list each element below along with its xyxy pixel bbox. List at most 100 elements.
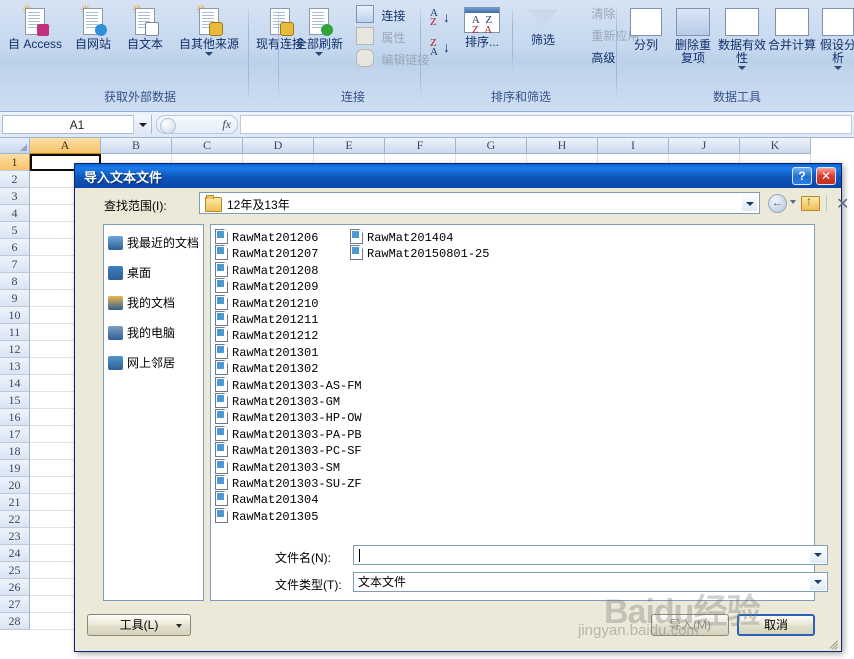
look-in-combobox[interactable]: 12年及13年 — [199, 192, 760, 214]
consolidate-button[interactable]: 合并计算 — [768, 3, 816, 52]
resize-grip[interactable] — [826, 636, 838, 650]
column-header-G[interactable]: G — [456, 138, 527, 154]
file-item[interactable]: RawMat201211 — [215, 311, 318, 327]
row-header-15[interactable]: 15 — [0, 392, 30, 409]
place-item-3[interactable]: 我的文档 — [108, 295, 203, 311]
file-item[interactable]: RawMat20150801-25 — [350, 245, 489, 261]
row-header-20[interactable]: 20 — [0, 477, 30, 494]
place-item-5[interactable]: 网上邻居 — [108, 355, 203, 371]
file-item[interactable]: RawMat201303-GM — [215, 393, 340, 409]
row-header-10[interactable]: 10 — [0, 307, 30, 324]
tools-button[interactable]: 工具(L) — [87, 614, 191, 636]
column-header-C[interactable]: C — [172, 138, 243, 154]
column-header-K[interactable]: K — [740, 138, 811, 154]
chevron-down-icon[interactable] — [176, 624, 182, 628]
name-box[interactable]: A1 — [2, 115, 152, 134]
file-item[interactable]: RawMat201303-HP-OW — [215, 409, 362, 425]
file-item[interactable]: RawMat201303-PA-PB — [215, 425, 362, 442]
row-header-23[interactable]: 23 — [0, 528, 30, 545]
from-other-sources-button[interactable]: ✳ 自其他来源 — [172, 3, 246, 56]
formula-input[interactable] — [240, 115, 852, 134]
file-type-select[interactable]: 文本文件 — [353, 572, 828, 592]
row-header-26[interactable]: 26 — [0, 579, 30, 596]
row-header-22[interactable]: 22 — [0, 511, 30, 528]
row-header-4[interactable]: 4 — [0, 205, 30, 222]
row-header-24[interactable]: 24 — [0, 545, 30, 562]
file-item[interactable]: RawMat201303-AS-FM — [215, 376, 362, 393]
row-header-9[interactable]: 9 — [0, 290, 30, 307]
row-header-28[interactable]: 28 — [0, 613, 30, 630]
file-name-input[interactable] — [353, 545, 828, 565]
help-button[interactable]: ? — [792, 167, 812, 185]
import-button[interactable]: 导入(M) — [651, 614, 729, 636]
row-header-13[interactable]: 13 — [0, 358, 30, 375]
chevron-down-icon[interactable] — [810, 574, 826, 590]
file-item[interactable]: RawMat201206 — [215, 229, 318, 245]
column-header-I[interactable]: I — [598, 138, 669, 154]
from-web-button[interactable]: ✳ 自网站 — [68, 3, 118, 51]
file-item[interactable]: RawMat201207 — [215, 245, 318, 261]
chevron-down-icon[interactable] — [738, 66, 746, 70]
chevron-down-icon[interactable] — [834, 66, 842, 70]
sort-button[interactable]: A Z Z A 排序... — [456, 3, 508, 49]
dialog-title-bar[interactable]: 导入文本文件 ? ✕ — [75, 164, 841, 188]
name-box-dropdown[interactable] — [133, 115, 151, 134]
chevron-down-icon[interactable] — [810, 547, 826, 563]
data-validation-button[interactable]: 数据有效性 — [718, 3, 766, 70]
row-header-7[interactable]: 7 — [0, 256, 30, 273]
chevron-down-icon[interactable] — [790, 200, 796, 204]
row-header-19[interactable]: 19 — [0, 460, 30, 477]
column-header-H[interactable]: H — [527, 138, 598, 154]
sort-descending-icon[interactable]: Z A ↓ — [430, 37, 452, 59]
what-if-analysis-button[interactable]: 假设分析 — [816, 3, 854, 70]
filter-button[interactable]: 筛选 — [520, 3, 566, 47]
connections-button[interactable]: 连接 — [356, 5, 405, 24]
row-header-2[interactable]: 2 — [0, 171, 30, 188]
from-access-button[interactable]: ✳ 自 Access — [4, 3, 66, 51]
row-header-16[interactable]: 16 — [0, 409, 30, 426]
file-item[interactable]: RawMat201303-SU-ZF — [215, 475, 362, 491]
row-header-5[interactable]: 5 — [0, 222, 30, 239]
place-item-2[interactable]: 桌面 — [108, 265, 203, 281]
file-item[interactable]: RawMat201303-PC-SF — [215, 442, 362, 458]
file-item[interactable]: RawMat201210 — [215, 294, 318, 311]
insert-function-group[interactable]: fx — [156, 115, 238, 134]
remove-duplicates-button[interactable]: 删除重复项 — [670, 3, 716, 65]
chevron-down-icon[interactable] — [741, 194, 758, 212]
row-header-17[interactable]: 17 — [0, 426, 30, 443]
row-header-21[interactable]: 21 — [0, 494, 30, 511]
row-header-14[interactable]: 14 — [0, 375, 30, 392]
place-item-1[interactable]: 我最近的文档 — [108, 235, 203, 251]
row-header-25[interactable]: 25 — [0, 562, 30, 579]
file-item[interactable]: RawMat201301 — [215, 343, 318, 360]
formula-toggle-icon[interactable] — [160, 118, 176, 134]
cancel-button[interactable]: 取消 — [737, 614, 815, 636]
row-header-27[interactable]: 27 — [0, 596, 30, 613]
from-text-button[interactable]: ✳ 自文本 — [120, 3, 170, 51]
row-header-12[interactable]: 12 — [0, 341, 30, 358]
row-header-8[interactable]: 8 — [0, 273, 30, 290]
column-header-B[interactable]: B — [101, 138, 172, 154]
file-item[interactable]: RawMat201305 — [215, 507, 318, 524]
column-header-J[interactable]: J — [669, 138, 740, 154]
select-all-corner[interactable] — [0, 138, 30, 154]
delete-icon[interactable]: ✕ — [833, 193, 854, 213]
column-header-E[interactable]: E — [314, 138, 385, 154]
place-item-4[interactable]: 我的电脑 — [108, 325, 203, 341]
fx-icon[interactable]: fx — [222, 117, 231, 132]
file-item[interactable]: RawMat201304 — [215, 491, 318, 507]
chevron-down-icon[interactable] — [315, 52, 323, 56]
back-icon[interactable]: ← — [767, 193, 796, 213]
row-header-1[interactable]: 1 — [0, 154, 30, 171]
file-item[interactable]: RawMat201208 — [215, 261, 318, 278]
refresh-all-button[interactable]: 全部刷新 — [288, 3, 350, 56]
file-item[interactable]: RawMat201302 — [215, 360, 318, 376]
file-item[interactable]: RawMat201212 — [215, 327, 318, 343]
row-header-3[interactable]: 3 — [0, 188, 30, 205]
row-header-18[interactable]: 18 — [0, 443, 30, 460]
row-header-6[interactable]: 6 — [0, 239, 30, 256]
advanced-filter-button[interactable]: 高级 — [568, 49, 615, 68]
file-item[interactable]: RawMat201209 — [215, 278, 318, 294]
text-to-columns-button[interactable]: 分列 — [624, 3, 668, 52]
column-header-D[interactable]: D — [243, 138, 314, 154]
